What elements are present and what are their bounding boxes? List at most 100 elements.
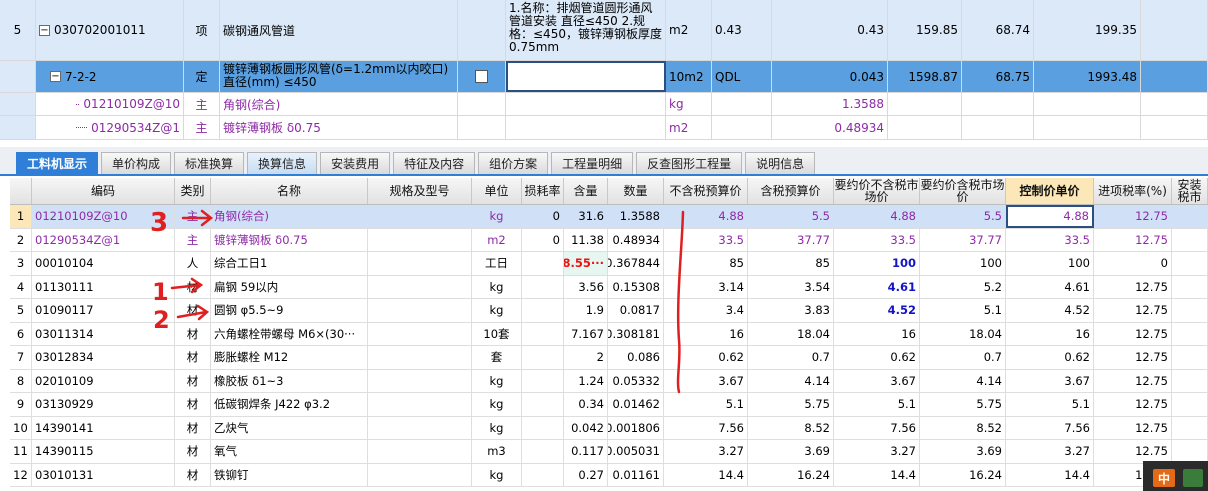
cell-spec[interactable] [368,369,472,392]
cell-budget-incl[interactable]: 3.54 [748,275,834,298]
tab-unit-price[interactable]: 单价构成 [101,152,172,174]
cell-unit[interactable]: m3 [472,440,522,463]
cell-budget-excl[interactable]: 3.4 [664,299,748,322]
cell-code[interactable]: 01290534Z@1 [32,228,175,251]
cell-unit[interactable]: kg [472,393,522,416]
cell-code[interactable]: 01130111 [32,275,175,298]
table-row[interactable]: 9 03130929 材低碳钢焊条 J422 φ3.2 kg 0.34 0.01462 5.… [10,393,1208,417]
cell-budget-excl[interactable]: 3.14 [664,275,748,298]
cell-budget-incl[interactable]: 85 [748,252,834,275]
code-cell[interactable]: 01210109Z@10 [36,93,184,115]
cell-control-price[interactable]: 4.52 [1006,299,1094,322]
cell-market-excl[interactable]: 14.4 [834,463,920,486]
cell-market-excl[interactable]: 3.67 [834,369,920,392]
cell-install-tax[interactable] [1172,299,1208,322]
cell-install-tax[interactable] [1172,322,1208,345]
cell-code[interactable]: 00010104 [32,252,175,275]
cell-name[interactable]: 低碳钢焊条 J422 φ3.2 [211,393,368,416]
cell-budget-incl[interactable]: 37.77 [748,228,834,251]
grid-header-h-rownum[interactable] [10,178,32,204]
cell-spec[interactable] [368,299,472,322]
cell-loss[interactable] [522,393,564,416]
cell-tax-rate[interactable]: 12.75 [1094,275,1172,298]
table-row[interactable]: 1 01210109Z@10 主角钢(综合) kg 0 31.6 1.3588 4.88 5.5… [10,205,1208,229]
cell-market-excl[interactable]: 33.5 [834,228,920,251]
cell-budget-incl[interactable]: 5.5 [748,205,834,228]
cell-loss[interactable] [522,299,564,322]
cell-unit[interactable]: m2 [472,228,522,251]
cell-unit[interactable]: 工日 [472,252,522,275]
cell-name[interactable]: 膨胀螺栓 M12 [211,346,368,369]
qty-expr-cell[interactable]: 0.43 [712,0,772,60]
cell-tax-rate[interactable]: 12.75 [1094,228,1172,251]
table-row[interactable]: 6 03011314 材六角螺栓带螺母 M6×(30··· 10套 7.167 0.308… [10,322,1208,346]
cell-budget-excl[interactable]: 3.27 [664,440,748,463]
cell-type[interactable]: 材 [175,393,211,416]
cell-budget-incl[interactable]: 0.7 [748,346,834,369]
cell-name[interactable]: 乙炔气 [211,416,368,439]
qty-expr-cell[interactable]: QDL [712,61,772,92]
cell-code[interactable]: 03012834 [32,346,175,369]
cell-loss[interactable] [522,369,564,392]
cell-code[interactable]: 03130929 [32,393,175,416]
cell-qty[interactable]: 0.086 [608,346,664,369]
cell-type[interactable]: 材 [175,275,211,298]
cell-content[interactable]: 1.24 [564,369,608,392]
cell-budget-excl[interactable]: 14.4 [664,463,748,486]
cell-unit[interactable]: kg [472,463,522,486]
cell-code[interactable]: 01090117 [32,299,175,322]
top-row-material[interactable]: 01290534Z@1 主 镀锌薄钢板 δ0.75 m2 0.48934 [0,116,1208,140]
cell-qty[interactable]: 0.308181 [608,322,664,345]
cell-install-tax[interactable] [1172,275,1208,298]
cell-qty[interactable]: 0.05332 [608,369,664,392]
cell-control-price[interactable]: 5.1 [1006,393,1094,416]
cell-install-tax[interactable] [1172,369,1208,392]
name-cell[interactable]: 角钢(综合) [220,93,458,115]
tab-features[interactable]: 特征及内容 [393,152,476,174]
tab-install-fee[interactable]: 安装费用 [320,152,391,174]
cell-budget-incl[interactable]: 16.24 [748,463,834,486]
cell-spec[interactable] [368,463,472,486]
ime-indicator[interactable]: 中 [1153,469,1175,487]
grid-header-h-code[interactable]: 编码 [32,178,175,204]
cell-type[interactable]: 主 [175,205,211,228]
cell-name[interactable]: 橡胶板 δ1~3 [211,369,368,392]
grid-header-h-name[interactable]: 名称 [211,178,368,204]
cell-type[interactable]: 材 [175,416,211,439]
cell-control-price[interactable]: 4.88 [1006,205,1094,228]
cell-spec[interactable] [368,228,472,251]
cell-spec[interactable] [368,275,472,298]
cell-market-excl[interactable]: 5.1 [834,393,920,416]
cell-tax-rate[interactable]: 12.75 [1094,369,1172,392]
cell-market-excl[interactable]: 100 [834,252,920,275]
cell-budget-excl[interactable]: 5.1 [664,393,748,416]
code-cell[interactable]: − 7-2-2 [36,61,184,92]
cell-qty[interactable]: 0.001806 [608,416,664,439]
cell-content[interactable]: 0.117 [564,440,608,463]
cell-market-excl[interactable]: 0.62 [834,346,920,369]
cell-budget-incl[interactable]: 3.69 [748,440,834,463]
cell-tax-rate[interactable]: 12.75 [1094,205,1172,228]
cell-loss[interactable] [522,346,564,369]
cell-market-incl[interactable]: 4.14 [920,369,1006,392]
cell-code[interactable]: 14390141 [32,416,175,439]
cell-name[interactable]: 氧气 [211,440,368,463]
cell-budget-excl[interactable]: 85 [664,252,748,275]
cell-market-excl[interactable]: 4.52 [834,299,920,322]
code-cell[interactable]: − 030702001011 [36,0,184,60]
cell-control-price[interactable]: 4.61 [1006,275,1094,298]
cell-type[interactable]: 材 [175,346,211,369]
cell-content[interactable]: 11.38 [564,228,608,251]
cell-name[interactable]: 圆钢 φ5.5~9 [211,299,368,322]
table-row[interactable]: 10 14390141 材乙炔气 kg 0.042 0.001806 7.56 8.52 7.5… [10,416,1208,440]
cell-budget-excl[interactable]: 16 [664,322,748,345]
table-row[interactable]: 5 01090117 材圆钢 φ5.5~9 kg 1.9 0.0817 3.4 3.83 4.5… [10,299,1208,323]
cell-market-excl[interactable]: 3.27 [834,440,920,463]
grid-header-h-qty[interactable]: 数量 [608,178,664,204]
cell-budget-excl[interactable]: 33.5 [664,228,748,251]
cell-code[interactable]: 03010131 [32,463,175,486]
collapse-icon[interactable]: − [39,24,50,36]
cell-install-tax[interactable] [1172,228,1208,251]
cell-type[interactable]: 材 [175,463,211,486]
cell-tax-rate[interactable]: 0 [1094,252,1172,275]
